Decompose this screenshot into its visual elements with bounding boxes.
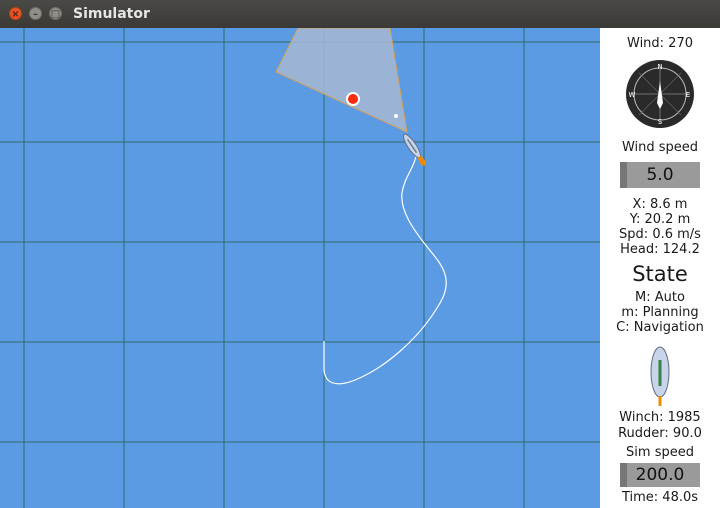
y-position: Y: 20.2 m xyxy=(629,212,691,227)
target-dot xyxy=(394,114,398,118)
compass-icon: N E S W xyxy=(626,60,694,128)
speed-readout: Spd: 0.6 m/s xyxy=(619,227,701,242)
sim-speed-label: Sim speed xyxy=(626,445,694,460)
wind-speed-label: Wind speed xyxy=(621,140,699,155)
x-position: X: 8.6 m xyxy=(632,197,688,212)
compass-w: W xyxy=(629,91,636,99)
state-mode-minor: m: Planning xyxy=(621,305,699,320)
minimize-button[interactable]: – xyxy=(29,7,42,20)
compass-s: S xyxy=(658,118,663,126)
wind-speed-value: 5.0 xyxy=(646,165,674,185)
status-panel: Wind: 270 N E S W Wind speed 5.0 X: 8.6 … xyxy=(600,28,720,508)
close-button[interactable]: × xyxy=(9,7,22,20)
state-controller: C: Navigation xyxy=(616,320,704,335)
sim-speed-field[interactable]: 200.0 xyxy=(620,463,700,487)
heading-readout: Head: 124.2 xyxy=(620,242,700,257)
time-readout: Time: 48.0s xyxy=(621,490,699,505)
map-canvas[interactable] xyxy=(0,28,600,508)
window-title: Simulator xyxy=(73,6,150,22)
maximize-button[interactable]: □ xyxy=(49,7,62,20)
compass-e: E xyxy=(686,91,690,99)
state-mode-major: M: Auto xyxy=(635,290,685,305)
wind-direction-label: Wind: 270 xyxy=(627,36,693,51)
state-title: State xyxy=(632,262,688,286)
title-bar: × – □ Simulator xyxy=(0,0,720,29)
winch-readout: Winch: 1985 xyxy=(619,410,701,425)
boat-status-icon xyxy=(650,346,670,406)
sea-background xyxy=(0,28,600,508)
sim-speed-value: 200.0 xyxy=(635,465,685,485)
rudder-readout: Rudder: 90.0 xyxy=(618,426,702,441)
compass-n: N xyxy=(657,63,662,71)
wind-speed-field[interactable]: 5.0 xyxy=(620,162,700,188)
waypoint-marker xyxy=(346,92,360,106)
